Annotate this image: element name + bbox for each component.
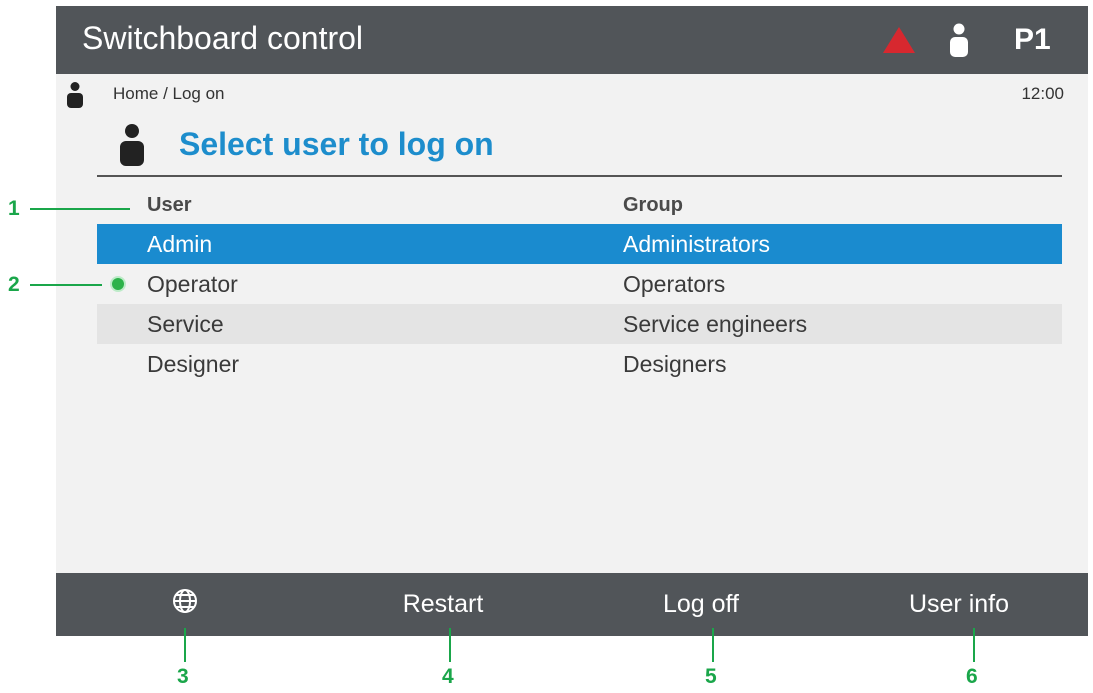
softkey-bar: Restart Log off User info (56, 573, 1088, 636)
user-cell: Operator (147, 271, 238, 297)
callout-line (30, 208, 130, 210)
page-title: Select user to log on (179, 126, 494, 162)
table-row[interactable]: Service Service engineers (97, 304, 1062, 344)
group-cell: Designers (623, 351, 727, 377)
hmi-screen: Switchboard control P1 Home / Log on 12:… (56, 6, 1088, 636)
log-off-button[interactable]: Log off (572, 573, 830, 636)
table-row[interactable]: Operator Operators (97, 264, 1062, 304)
clock: 12:00 (1021, 84, 1064, 103)
callout-number: 5 (705, 665, 717, 688)
logged-in-indicator-icon (112, 278, 124, 290)
user-icon (118, 124, 146, 171)
breadcrumb-row: Home / Log on 12:00 (56, 74, 1088, 108)
user-cell: Service (147, 311, 224, 337)
table-row[interactable]: Designer Designers (97, 344, 1062, 384)
callout-number: 6 (966, 665, 978, 688)
callout-line (30, 284, 102, 286)
restart-button[interactable]: Restart (314, 573, 572, 636)
group-cell: Operators (623, 271, 726, 297)
callout-line (712, 628, 714, 662)
callout-number: 3 (177, 665, 189, 688)
column-header-user[interactable]: User (147, 194, 191, 217)
language-button[interactable] (56, 573, 314, 636)
callout-line (449, 628, 451, 662)
user-info-button[interactable]: User info (830, 573, 1088, 636)
title-bar: Switchboard control P1 (56, 6, 1088, 74)
callout-number: 1 (8, 197, 20, 220)
group-cell: Administrators (623, 231, 770, 257)
callout-number: 4 (442, 665, 454, 688)
user-cell: Designer (147, 351, 240, 377)
column-header-group[interactable]: Group (623, 194, 683, 217)
callout-number: 2 (8, 273, 20, 296)
user-table: User Group Admin Administrators Operator… (97, 186, 1062, 384)
user-cell: Admin (147, 231, 213, 257)
globe-icon (172, 588, 198, 621)
table-header: User Group (97, 186, 1062, 224)
callout-line (184, 628, 186, 662)
alarm-triangle-icon[interactable] (882, 26, 916, 59)
user-icon (66, 82, 84, 113)
user-icon[interactable] (948, 23, 970, 62)
callout-line (973, 628, 975, 662)
page-indicator: P1 (1014, 23, 1051, 56)
app-title: Switchboard control (82, 20, 364, 56)
table-row[interactable]: Admin Administrators (97, 224, 1062, 264)
breadcrumb: Home / Log on (113, 84, 225, 103)
divider (97, 175, 1062, 177)
group-cell: Service engineers (623, 311, 808, 337)
